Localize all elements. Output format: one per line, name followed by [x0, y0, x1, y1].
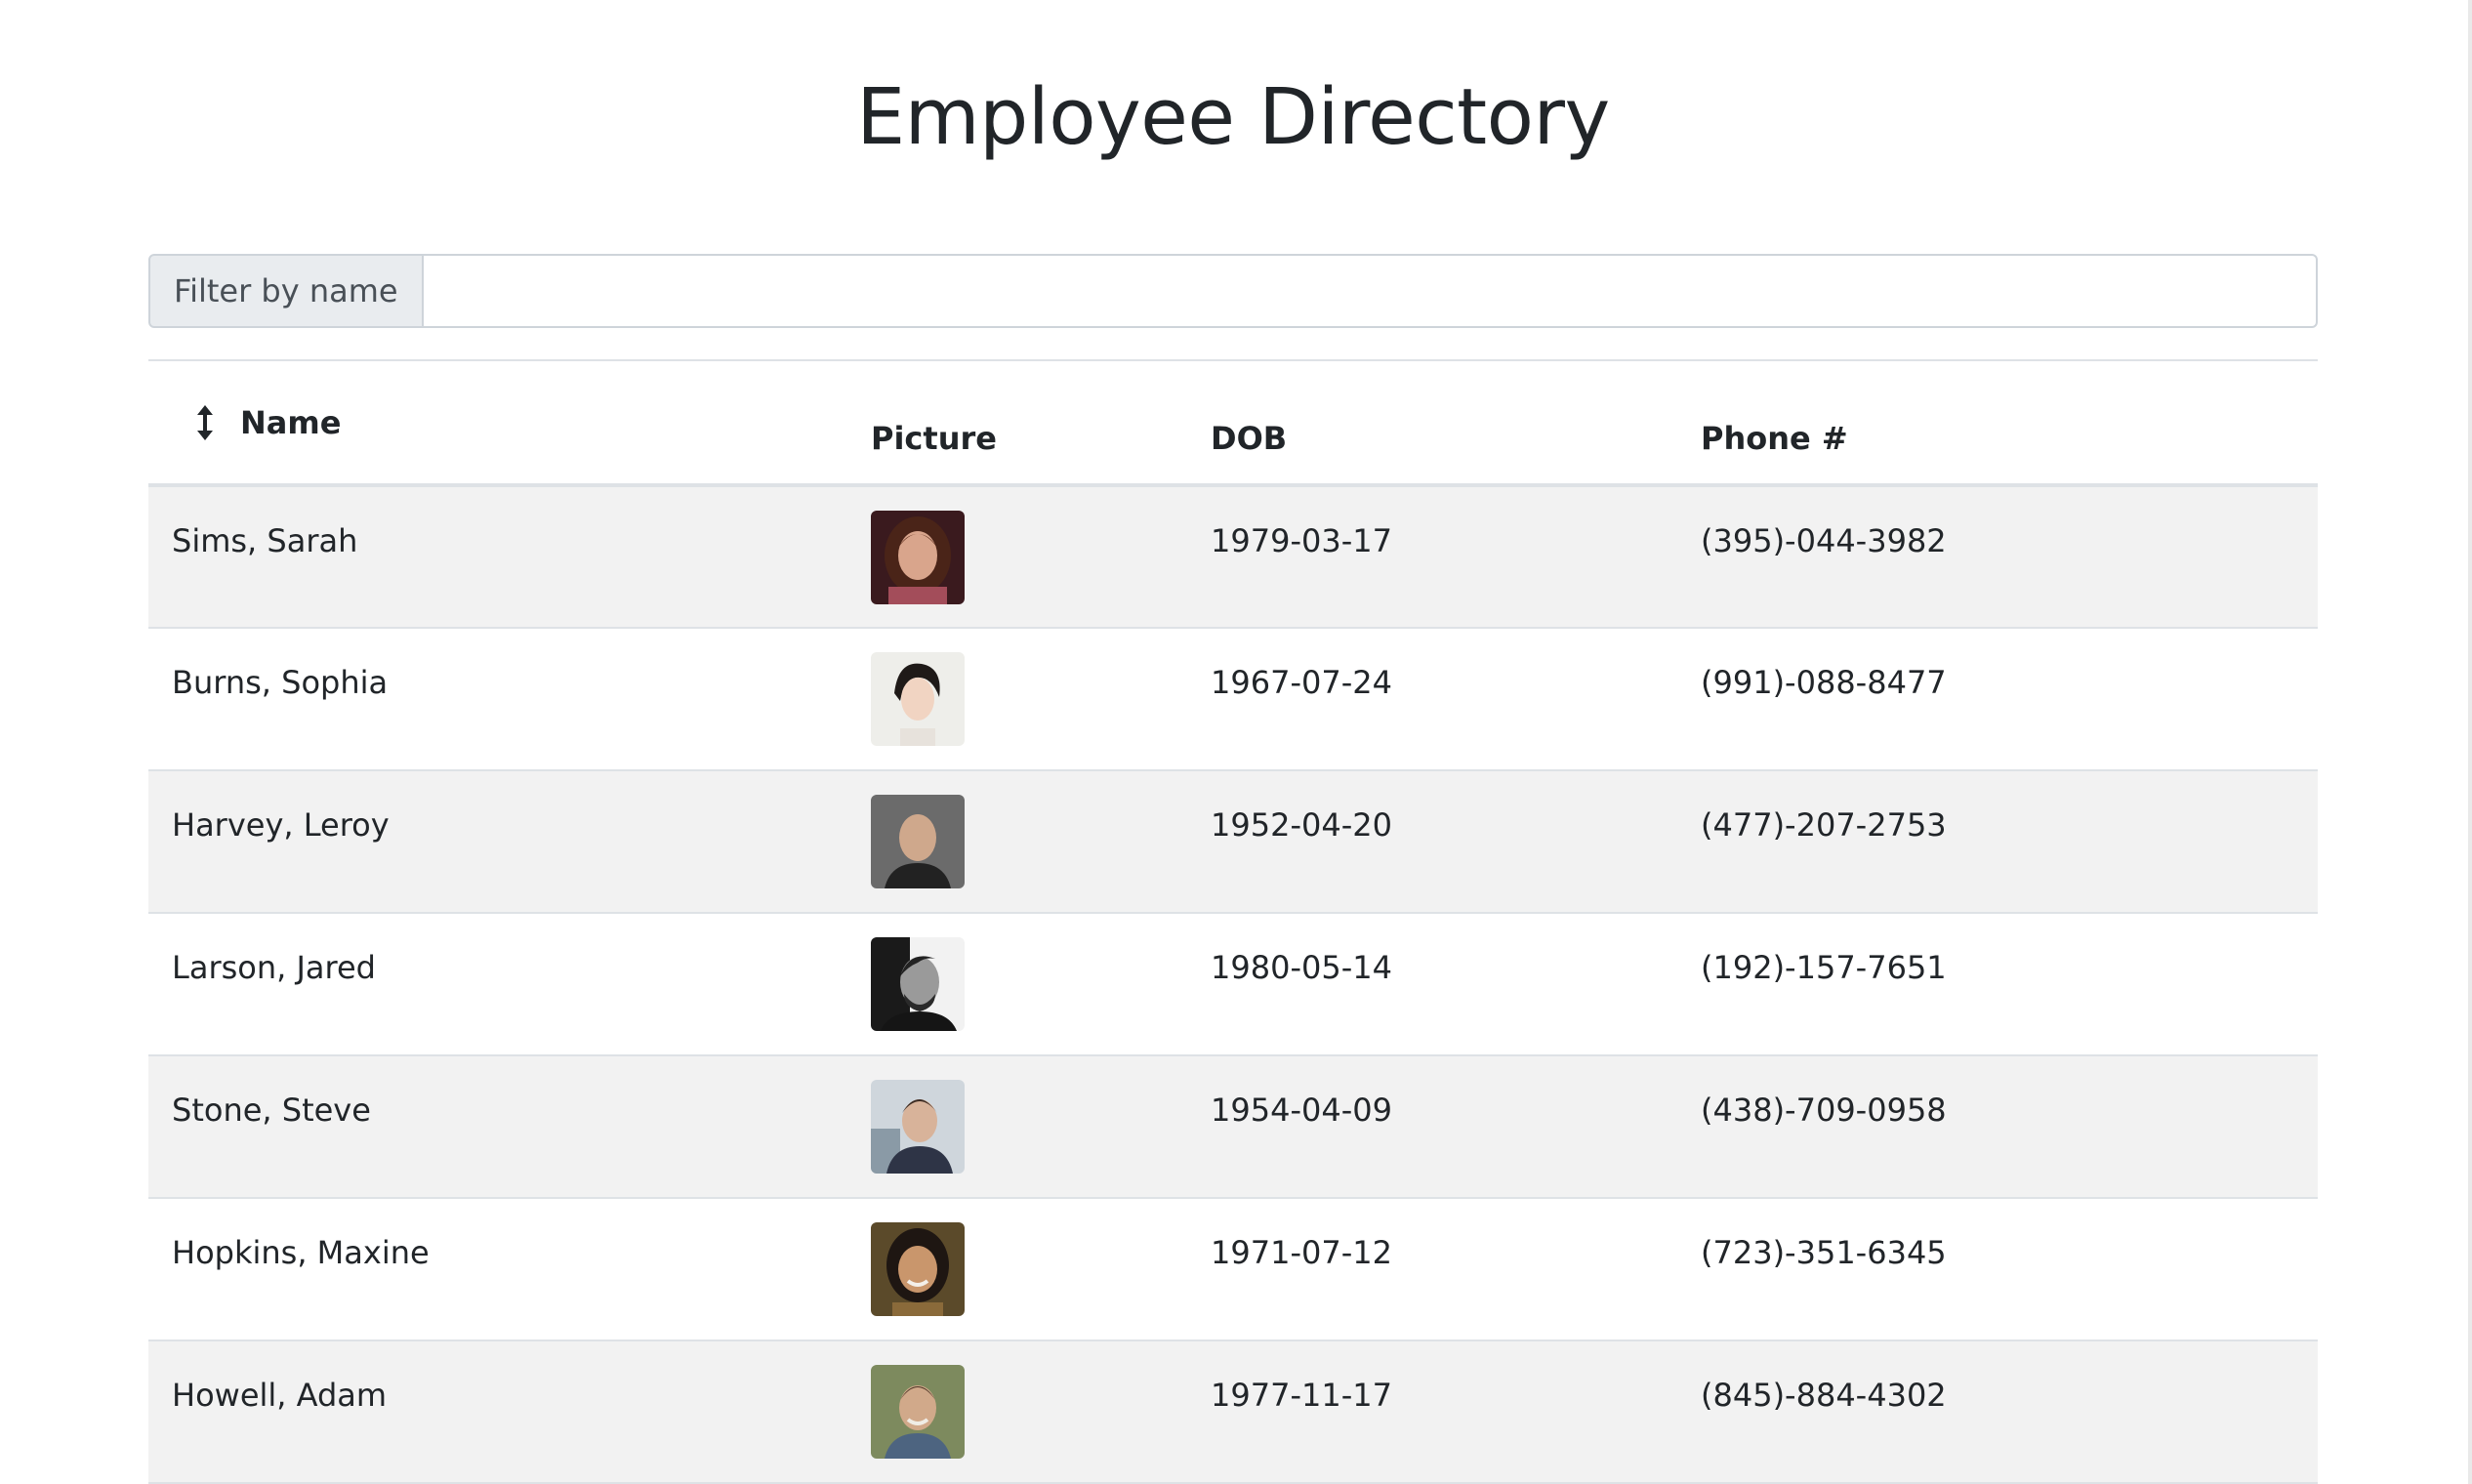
employee-avatar: [871, 1365, 965, 1459]
table-row: Harvey, Leroy 1952-04-20 (477)-207-2753: [148, 770, 2318, 914]
table-row: Howell, Adam 1977-11-17 (845)-884-4302: [148, 1340, 2318, 1484]
page-title: Employee Directory: [856, 72, 1610, 162]
employee-phone-cell: (845)-884-4302: [1677, 1340, 2318, 1484]
table-row: Larson, Jared 1980-05-14 (192)-157-7651: [148, 913, 2318, 1056]
employee-name-cell: Burns, Sophia: [148, 628, 847, 771]
table-row: Stone, Steve 1954-04-09 (438)-709-0958: [148, 1055, 2318, 1199]
employee-picture-cell: [847, 1198, 1187, 1341]
employee-dob-cell: 1979-03-17: [1187, 485, 1677, 629]
employee-avatar: [871, 511, 965, 604]
employee-name-cell: Sims, Sarah: [148, 485, 847, 629]
employee-dob-cell: 1971-07-12: [1187, 1198, 1677, 1341]
employee-dob-cell: 1967-07-24: [1187, 628, 1677, 771]
employee-avatar: [871, 1080, 965, 1174]
table-row: Hopkins, Maxine 1971-07-12 (723)-351-634…: [148, 1198, 2318, 1341]
table-header: Name Picture DOB Phone #: [148, 360, 2318, 485]
employee-picture-cell: [847, 770, 1187, 914]
employee-dob-cell: 1977-11-17: [1187, 1340, 1677, 1484]
employee-name-cell: Harvey, Leroy: [148, 770, 847, 914]
employee-phone-cell: (723)-351-6345: [1677, 1198, 2318, 1341]
employee-avatar: [871, 937, 965, 1031]
employee-dob-cell: 1980-05-14: [1187, 913, 1677, 1056]
employee-name-cell: Hopkins, Maxine: [148, 1198, 847, 1341]
employee-phone-cell: (991)-088-8477: [1677, 628, 2318, 771]
page-scrollbar[interactable]: [2468, 0, 2472, 1484]
column-header-dob: DOB: [1211, 419, 1288, 457]
employee-name-cell: Stone, Steve: [148, 1055, 847, 1199]
employee-avatar: [871, 1222, 965, 1316]
employee-name-cell: Larson, Jared: [148, 913, 847, 1056]
employee-picture-cell: [847, 628, 1187, 771]
column-header-picture: Picture: [871, 419, 997, 457]
employee-name-cell: Howell, Adam: [148, 1340, 847, 1484]
employee-dob-cell: 1952-04-20: [1187, 770, 1677, 914]
filter-label: Filter by name: [148, 254, 424, 328]
employee-phone-cell: (192)-157-7651: [1677, 913, 2318, 1056]
employee-picture-cell: [847, 1055, 1187, 1199]
employee-avatar: [871, 652, 965, 746]
table-header-row: Name Picture DOB Phone #: [148, 360, 2318, 485]
table-row: Sims, Sarah 1979-03-17 (395)-044-3982: [148, 485, 2318, 629]
employee-phone-cell: (438)-709-0958: [1677, 1055, 2318, 1199]
employee-picture-cell: [847, 913, 1187, 1056]
column-header-name-label: Name: [240, 403, 342, 441]
employee-phone-cell: (395)-044-3982: [1677, 485, 2318, 629]
filter-name-input[interactable]: [423, 254, 2318, 328]
sort-vertical-icon[interactable]: [193, 403, 217, 442]
employee-picture-cell: [847, 1340, 1187, 1484]
employee-table-wrapper: Name Picture DOB Phone # Sims, Sarah 197…: [148, 359, 2318, 1484]
column-header-name[interactable]: Name: [148, 360, 847, 485]
table-body: Sims, Sarah 1979-03-17 (395)-044-3982 Bu…: [148, 485, 2318, 1484]
employee-table: Name Picture DOB Phone # Sims, Sarah 197…: [148, 359, 2318, 1484]
column-header-phone: Phone #: [1701, 419, 1848, 457]
employee-picture-cell: [847, 485, 1187, 629]
employee-avatar: [871, 795, 965, 888]
table-row: Burns, Sophia 1967-07-24 (991)-088-8477: [148, 628, 2318, 771]
filter-group: Filter by name: [148, 254, 2318, 328]
employee-phone-cell: (477)-207-2753: [1677, 770, 2318, 914]
employee-dob-cell: 1954-04-09: [1187, 1055, 1677, 1199]
